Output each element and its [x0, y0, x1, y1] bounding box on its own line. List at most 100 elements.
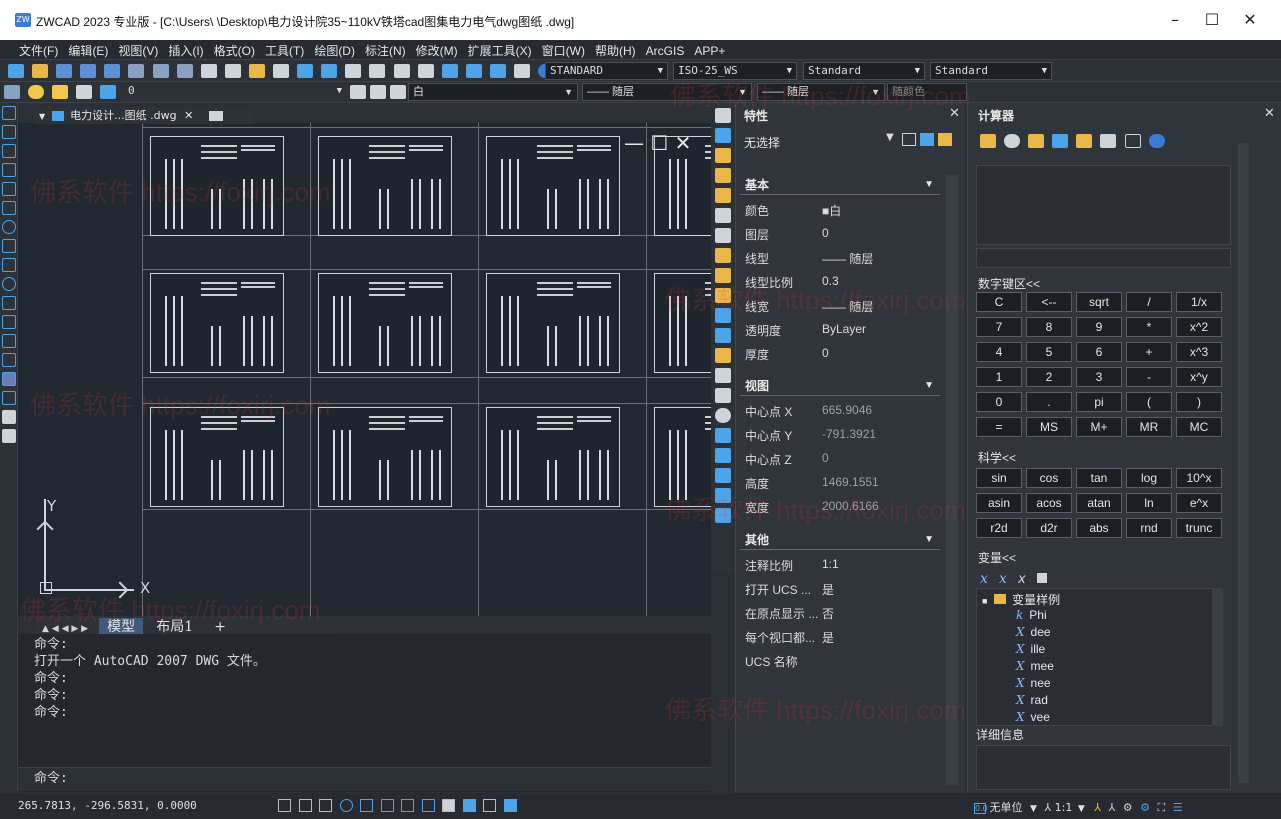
section-view[interactable]: 视图 ▼	[740, 376, 940, 396]
calc-button[interactable]: 9	[1076, 317, 1122, 337]
property-row[interactable]: 厚度 0	[736, 341, 946, 365]
dynamic-input-icon[interactable]	[421, 799, 435, 812]
plotstyle-select[interactable]: 随颜色	[887, 83, 967, 101]
calc-button[interactable]: 6	[1076, 342, 1122, 362]
calc-button[interactable]: 3	[1076, 367, 1122, 387]
layer-previous-state-icon[interactable]	[390, 85, 406, 99]
property-row[interactable]: 中心点 Y -791.3921	[736, 422, 946, 446]
chamfer-icon[interactable]	[715, 368, 731, 383]
cut-icon[interactable]	[200, 64, 217, 78]
calc-button[interactable]: e^x	[1176, 493, 1222, 513]
mirror-icon[interactable]	[715, 148, 731, 163]
grid-display-icon[interactable]	[298, 799, 312, 812]
maximize-button[interactable]: ☐	[1197, 8, 1227, 32]
menu-item[interactable]: 帮助(H)	[590, 41, 641, 61]
history-icon[interactable]	[1004, 134, 1021, 148]
menu-item[interactable]: 修改(M)	[411, 41, 463, 61]
region-icon[interactable]	[2, 391, 16, 405]
variables-label[interactable]: 变量<<	[978, 549, 1016, 566]
line-angle-icon[interactable]	[1076, 134, 1093, 148]
table-style-select[interactable]: Standard ▼	[803, 62, 925, 80]
line-icon[interactable]	[2, 106, 16, 120]
table-icon[interactable]	[2, 410, 16, 424]
menu-item[interactable]: 工具(T)	[260, 41, 309, 61]
color-select[interactable]: 白 ▼	[408, 83, 578, 101]
variable-item[interactable]: Xnee	[1016, 676, 1051, 690]
property-value[interactable]: ■白	[822, 202, 841, 219]
calculator-scrollbar[interactable]	[1238, 143, 1249, 783]
clear-history-icon[interactable]	[1124, 134, 1141, 148]
menu-item[interactable]: 标注(N)	[360, 41, 411, 61]
calc-button[interactable]: /	[1126, 292, 1172, 312]
calc-button[interactable]: =	[976, 417, 1022, 437]
calc-button[interactable]: 0	[976, 392, 1022, 412]
copy-object-icon[interactable]	[715, 128, 731, 143]
scale-icon[interactable]	[715, 248, 731, 263]
zoom-window-icon[interactable]	[393, 64, 410, 78]
menu-item[interactable]: 文件(F)	[14, 41, 63, 61]
markup-icon[interactable]	[513, 64, 530, 78]
property-value[interactable]: 2000.6166	[822, 499, 879, 513]
edit-variable-icon[interactable]: x	[999, 571, 1007, 587]
ortho-mode-icon[interactable]	[319, 799, 332, 812]
property-value[interactable]: 否	[822, 605, 834, 622]
spline-icon[interactable]	[2, 258, 16, 272]
menu-item[interactable]: 扩展工具(X)	[463, 41, 537, 61]
property-value[interactable]: ByLayer	[822, 322, 866, 336]
menu-item[interactable]: 窗口(W)	[537, 41, 590, 61]
property-value[interactable]: 0	[822, 226, 829, 240]
layer-freeze-icon[interactable]	[52, 85, 69, 99]
workspace-switch-icon[interactable]: ⚙	[1123, 801, 1133, 814]
property-row[interactable]: 每个视口都... 是	[736, 624, 946, 648]
quick-select-icon[interactable]	[938, 133, 952, 146]
coordinates-readout[interactable]: 265.7813, -296.5831, 0.0000	[18, 799, 197, 812]
stretch-icon[interactable]	[715, 268, 731, 283]
pan-icon[interactable]	[345, 64, 362, 78]
construction-line-icon[interactable]	[2, 125, 16, 139]
layer-previous-icon[interactable]	[100, 85, 117, 99]
tab-nav-arrows-icon[interactable]: ▲ ◀ ◀ ▶ ▶	[42, 624, 88, 634]
calculator-icon[interactable]	[1036, 573, 1047, 583]
offset-icon[interactable]	[715, 168, 731, 183]
transparency-icon[interactable]	[462, 799, 476, 812]
selection-dropdown-icon[interactable]: ▼	[886, 132, 894, 143]
variables-group[interactable]: ■ 变量样例	[982, 591, 1060, 608]
calc-button[interactable]: M+	[1076, 417, 1122, 437]
new-variable-icon[interactable]: x	[980, 571, 988, 587]
text-style-select[interactable]: STANDARD ▼	[545, 62, 668, 80]
clean-screen-icon[interactable]: ⛶	[1158, 801, 1166, 814]
calc-button[interactable]: sin	[976, 468, 1022, 488]
draw-order-icon[interactable]	[715, 428, 731, 443]
undo-icon[interactable]	[297, 64, 314, 78]
make-block-icon[interactable]	[2, 334, 16, 348]
linetype-select[interactable]: —— 随层 ▼	[582, 83, 752, 101]
property-value[interactable]: 0	[822, 451, 829, 465]
get-coordinates-icon[interactable]	[1028, 134, 1045, 148]
minimize-button[interactable]: –	[1160, 8, 1190, 32]
property-row[interactable]: 注释比例 1:1	[736, 552, 946, 576]
calc-button[interactable]: -	[1126, 367, 1172, 387]
ungroup-icon[interactable]	[715, 468, 731, 483]
explode-icon[interactable]	[715, 408, 731, 423]
section-basic[interactable]: 基本 ▼	[740, 175, 940, 195]
close-button[interactable]: ✕	[1235, 8, 1265, 32]
new-tab-icon[interactable]	[208, 111, 223, 121]
tool-palettes-icon[interactable]	[489, 64, 506, 78]
property-value[interactable]: —— 随层	[822, 298, 873, 315]
rotate-icon[interactable]	[715, 228, 731, 243]
auto-scale-icon[interactable]: ⅄	[1109, 801, 1116, 814]
selection-select[interactable]: 无选择	[744, 134, 780, 151]
trim-icon[interactable]	[715, 288, 731, 303]
layer-manager-icon[interactable]	[4, 85, 20, 99]
calc-button[interactable]: <--	[1026, 292, 1072, 312]
calculator-input-field[interactable]	[976, 248, 1231, 268]
property-row[interactable]: 图层 0	[736, 221, 946, 245]
property-row[interactable]: UCS 名称	[736, 648, 946, 672]
ellipse-icon[interactable]	[2, 277, 16, 291]
arc-icon[interactable]	[2, 201, 16, 215]
calc-button[interactable]: log	[1126, 468, 1172, 488]
rectangle-icon[interactable]	[2, 182, 16, 196]
calc-button[interactable]: *	[1126, 317, 1172, 337]
customization-icon[interactable]: ☰	[1173, 801, 1183, 814]
calc-button[interactable]: x^2	[1176, 317, 1222, 337]
